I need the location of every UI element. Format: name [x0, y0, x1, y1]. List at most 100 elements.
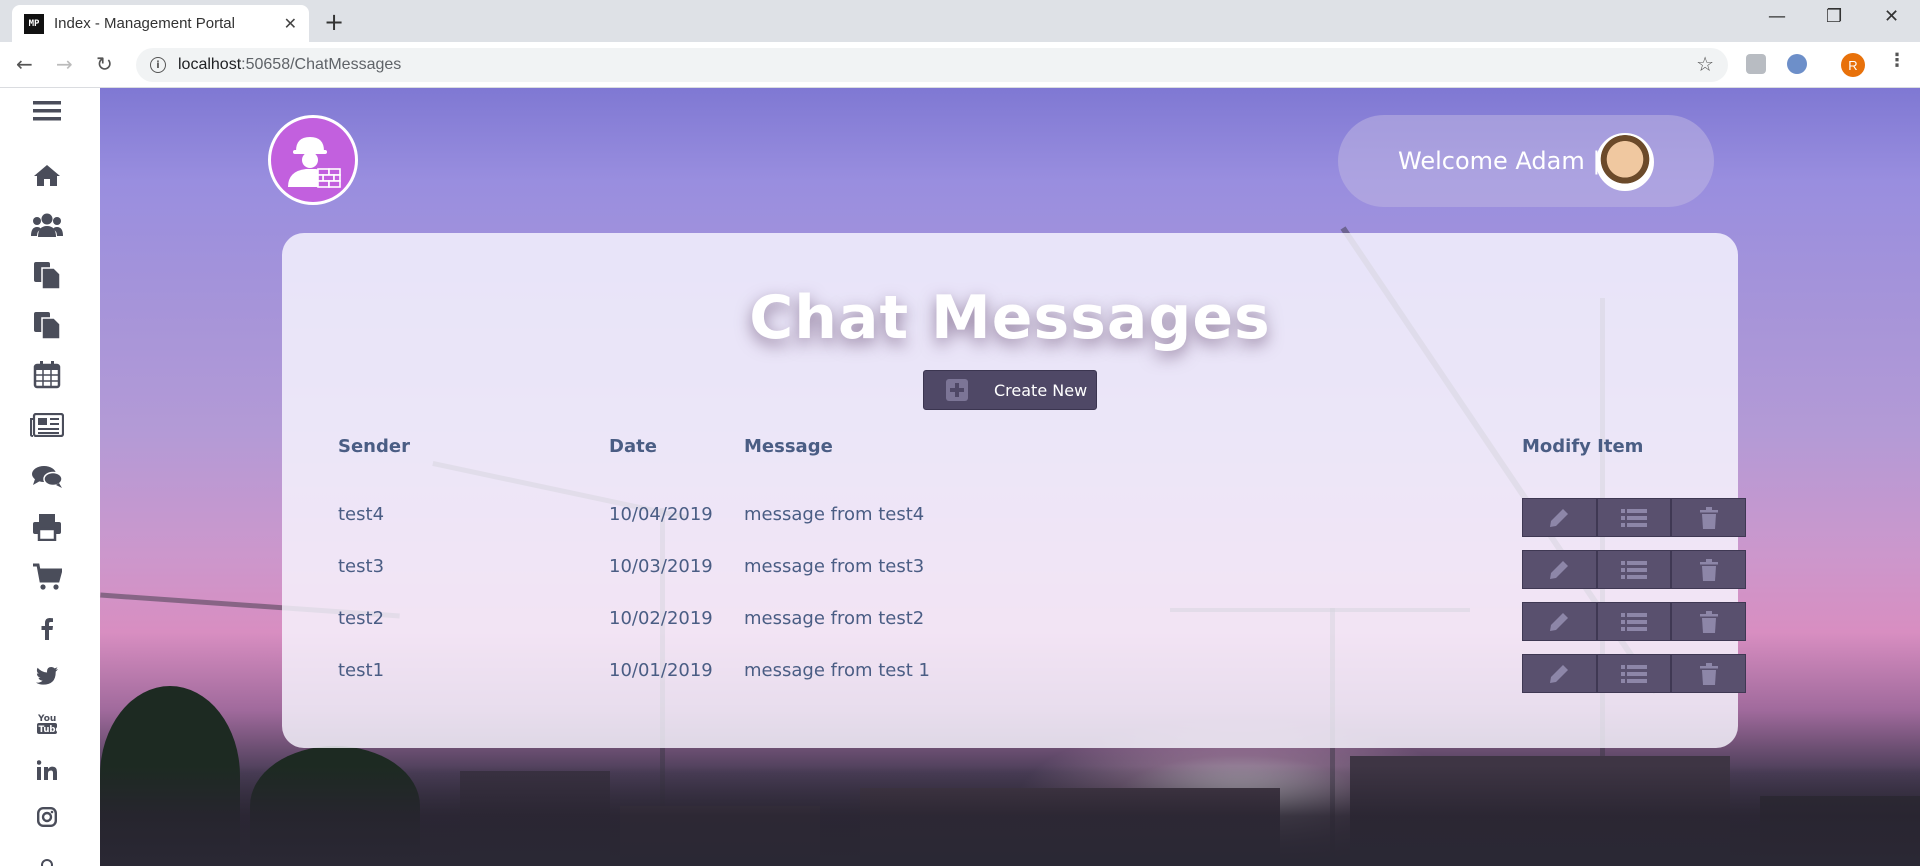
list-icon — [1621, 612, 1647, 631]
pencil-icon — [1550, 560, 1569, 579]
pencil-icon — [1550, 508, 1569, 527]
row-actions — [1522, 602, 1747, 641]
column-header-modify: Modify Item — [1522, 436, 1644, 457]
tab-close-icon[interactable]: ✕ — [284, 14, 297, 33]
table-row: test3 10/03/2019 message from test3 — [282, 550, 1747, 590]
sender-cell: test1 — [338, 660, 385, 681]
sender-cell: test3 — [338, 556, 385, 577]
list-icon — [1621, 560, 1647, 579]
column-header-sender: Sender — [338, 436, 410, 457]
trash-icon — [1699, 610, 1718, 633]
reload-icon[interactable]: ↻ — [96, 52, 113, 76]
facebook-icon[interactable] — [30, 614, 64, 644]
date-cell: 10/04/2019 — [609, 504, 713, 525]
message-cell: message from test 1 — [744, 660, 930, 681]
welcome-text: Welcome Adam | — [1398, 147, 1601, 175]
files-icon[interactable] — [30, 310, 64, 340]
chat-icon[interactable] — [30, 462, 64, 492]
restore-icon[interactable]: ❐ — [1826, 6, 1842, 27]
twitter-icon[interactable] — [30, 661, 64, 691]
browser-menu-icon[interactable]: ⋮ — [1888, 50, 1906, 71]
site-info-icon[interactable]: i — [150, 57, 166, 73]
url-host: localhost — [178, 56, 242, 73]
instagram-icon[interactable] — [30, 802, 64, 832]
documents-icon[interactable] — [30, 260, 64, 290]
content-panel: Chat Messages Create New Sender Date Mes… — [282, 233, 1747, 748]
details-button[interactable] — [1596, 498, 1672, 537]
new-tab-icon[interactable]: + — [324, 8, 344, 36]
portal-logo[interactable] — [268, 115, 358, 205]
linkedin-icon[interactable] — [30, 755, 64, 785]
trash-icon — [1699, 506, 1718, 529]
ground — [100, 766, 1920, 866]
window-close-icon[interactable]: ✕ — [1884, 6, 1899, 27]
create-new-label: Create New — [994, 380, 1088, 400]
date-cell: 10/01/2019 — [609, 660, 713, 681]
news-icon[interactable] — [30, 410, 64, 440]
sender-cell: test4 — [338, 504, 385, 525]
sender-cell: test2 — [338, 608, 385, 629]
trash-icon — [1699, 558, 1718, 581]
trash-icon — [1699, 662, 1718, 685]
page-viewport: YouTube — [0, 88, 1920, 866]
url-path: :50658/ChatMessages — [241, 56, 402, 73]
edit-button[interactable] — [1522, 654, 1597, 693]
youtube-icon[interactable]: YouTube — [30, 708, 64, 738]
pencil-icon — [1550, 612, 1569, 631]
address-bar: ← → ↻ i localhost :50658/ChatMessages ☆ … — [0, 42, 1920, 88]
svg-text:Tube: Tube — [39, 725, 58, 735]
construction-background: Welcome Adam | Chat Messages Create New … — [100, 88, 1920, 866]
list-icon — [1621, 508, 1647, 527]
details-button[interactable] — [1596, 602, 1672, 641]
worker-icon — [288, 137, 341, 188]
sidebar: YouTube — [0, 88, 100, 866]
column-header-date: Date — [609, 436, 657, 457]
more-social-icon[interactable] — [30, 850, 64, 866]
delete-button[interactable] — [1671, 602, 1747, 641]
message-cell: message from test3 — [744, 556, 925, 577]
pencil-icon — [1550, 664, 1569, 683]
calendar-icon[interactable] — [30, 360, 64, 390]
tab-title: Index - Management Portal — [54, 15, 235, 32]
row-actions — [1522, 654, 1747, 693]
print-icon[interactable] — [30, 512, 64, 542]
table-row: test1 10/01/2019 message from test 1 — [282, 654, 1747, 694]
welcome-badge[interactable]: Welcome Adam | — [1338, 115, 1714, 207]
bookmark-star-icon[interactable]: ☆ — [1696, 52, 1714, 76]
users-icon[interactable] — [30, 210, 64, 240]
edit-button[interactable] — [1522, 498, 1597, 537]
delete-button[interactable] — [1671, 654, 1747, 693]
extension-icon[interactable] — [1787, 54, 1807, 74]
list-icon — [1621, 664, 1647, 683]
details-button[interactable] — [1596, 550, 1672, 589]
column-header-message: Message — [744, 436, 833, 457]
message-cell: message from test2 — [744, 608, 925, 629]
table-row: test4 10/04/2019 message from test4 — [282, 498, 1747, 538]
browser-tab-strip: MP Index - Management Portal ✕ + — ❐ ✕ — [0, 0, 1920, 42]
back-icon[interactable]: ← — [16, 52, 33, 76]
menu-icon[interactable] — [30, 96, 64, 126]
date-cell: 10/03/2019 — [609, 556, 713, 577]
user-avatar[interactable] — [1596, 133, 1654, 191]
create-new-button[interactable]: Create New — [923, 370, 1097, 410]
edit-button[interactable] — [1522, 550, 1597, 589]
forward-icon[interactable]: → — [56, 52, 73, 76]
home-icon[interactable] — [30, 160, 64, 190]
minimize-icon[interactable]: — — [1768, 6, 1786, 27]
edit-button[interactable] — [1522, 602, 1597, 641]
delete-button[interactable] — [1671, 550, 1747, 589]
page-title: Chat Messages — [749, 283, 1271, 353]
favicon-icon: MP — [24, 13, 44, 34]
table-row: test2 10/02/2019 message from test2 — [282, 602, 1747, 642]
row-actions — [1522, 498, 1747, 537]
url-input[interactable]: i localhost :50658/ChatMessages — [136, 48, 1728, 82]
date-cell: 10/02/2019 — [609, 608, 713, 629]
svg-text:You: You — [37, 714, 56, 724]
extension-icon[interactable] — [1746, 54, 1766, 74]
cart-icon[interactable] — [30, 562, 64, 592]
delete-button[interactable] — [1671, 498, 1747, 537]
browser-tab[interactable]: MP Index - Management Portal ✕ — [12, 5, 309, 42]
details-button[interactable] — [1596, 654, 1672, 693]
profile-avatar[interactable]: R — [1841, 53, 1865, 77]
message-cell: message from test4 — [744, 504, 925, 525]
